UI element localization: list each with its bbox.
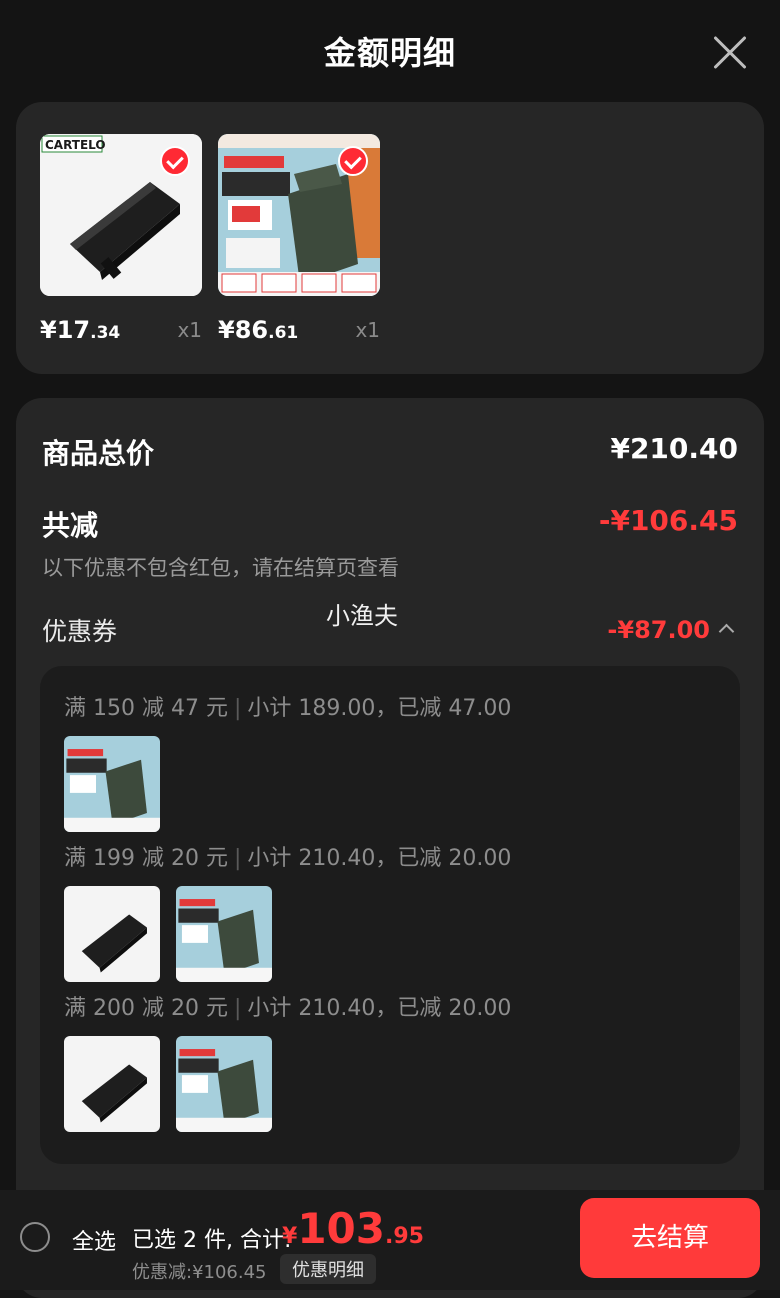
amount-detail-sheet: 金额明细 CARTELO ¥17.34 x1 ¥86.61 x1 商品总价 ¥2…: [0, 0, 780, 1298]
backpack-thumbnail: [176, 1036, 272, 1132]
product-item-buckle[interactable]: CARTELO ¥17.34 x1: [40, 134, 202, 344]
backpack-thumbnail: [176, 886, 272, 982]
coupon-product-bag: [64, 736, 160, 832]
coupon-list: 满 150 减 47 元 | 小计 189.00，已减 47.00 满 199 减 …: [40, 666, 740, 1164]
coupon-product-bag: [176, 886, 272, 982]
brand-logo-text: CARTELO: [45, 138, 106, 152]
checkout-button[interactable]: 去结算: [580, 1198, 760, 1278]
coupon-product-buckle: [64, 1036, 160, 1132]
belt-buckle-thumbnail: [64, 886, 160, 982]
selected-check-icon[interactable]: [338, 146, 368, 176]
discount-note: 以下优惠不包含红包，请在结算页查看: [42, 556, 399, 580]
product-price: ¥86.61: [218, 316, 299, 344]
selected-products-card: CARTELO ¥17.34 x1 ¥86.61 x1: [16, 102, 764, 374]
belt-buckle-thumbnail: [64, 1036, 160, 1132]
select-all-label[interactable]: 全选: [72, 1224, 116, 1256]
coupon-rule-2: 满 199 减 20 元 | 小计 210.40，已减 20.00: [64, 846, 512, 871]
discount-label: 共减: [42, 509, 99, 542]
selected-count-text: 已选 2 件, 合计:: [132, 1228, 292, 1253]
selected-check-icon[interactable]: [160, 146, 190, 176]
savings-text: 优惠减:¥106.45: [132, 1262, 267, 1283]
total-price: ¥103.95: [282, 1204, 424, 1253]
close-icon[interactable]: [712, 34, 748, 70]
product-item-bag[interactable]: ¥86.61 x1: [218, 134, 380, 344]
chevron-up-icon[interactable]: [718, 623, 735, 640]
product-price: ¥17.34: [40, 316, 121, 344]
goods-total-label: 商品总价: [42, 437, 155, 470]
product-image-bag: [218, 134, 380, 296]
goods-total-value: ¥210.40: [610, 432, 738, 465]
sheet-title: 金额明细: [323, 34, 456, 72]
product-quantity: x1: [177, 318, 202, 342]
coupon-product-bag: [176, 1036, 272, 1132]
checkout-bar: 全选 已选 2 件, 合计: ¥103.95 优惠减:¥106.45 优惠明细 …: [0, 1190, 780, 1290]
watermark-text: 小渔夫: [326, 602, 398, 630]
coupon-rule-1: 满 150 减 47 元 | 小计 189.00，已减 47.00: [64, 696, 512, 721]
coupon-value[interactable]: -¥87.00: [607, 616, 710, 644]
discount-value: -¥106.45: [598, 504, 738, 537]
coupon-product-buckle: [64, 886, 160, 982]
product-quantity: x1: [355, 318, 380, 342]
coupon-label: 优惠券: [42, 617, 118, 646]
backpack-thumbnail: [64, 736, 160, 832]
product-image-buckle: CARTELO: [40, 134, 202, 296]
select-all-radio[interactable]: [20, 1222, 50, 1252]
price-breakdown-card: 商品总价 ¥210.40 共减 -¥106.45 以下优惠不包含红包，请在结算页…: [16, 398, 764, 1298]
coupon-rule-3: 满 200 减 20 元 | 小计 210.40，已减 20.00: [64, 996, 512, 1021]
discount-detail-button[interactable]: 优惠明细: [280, 1254, 376, 1284]
